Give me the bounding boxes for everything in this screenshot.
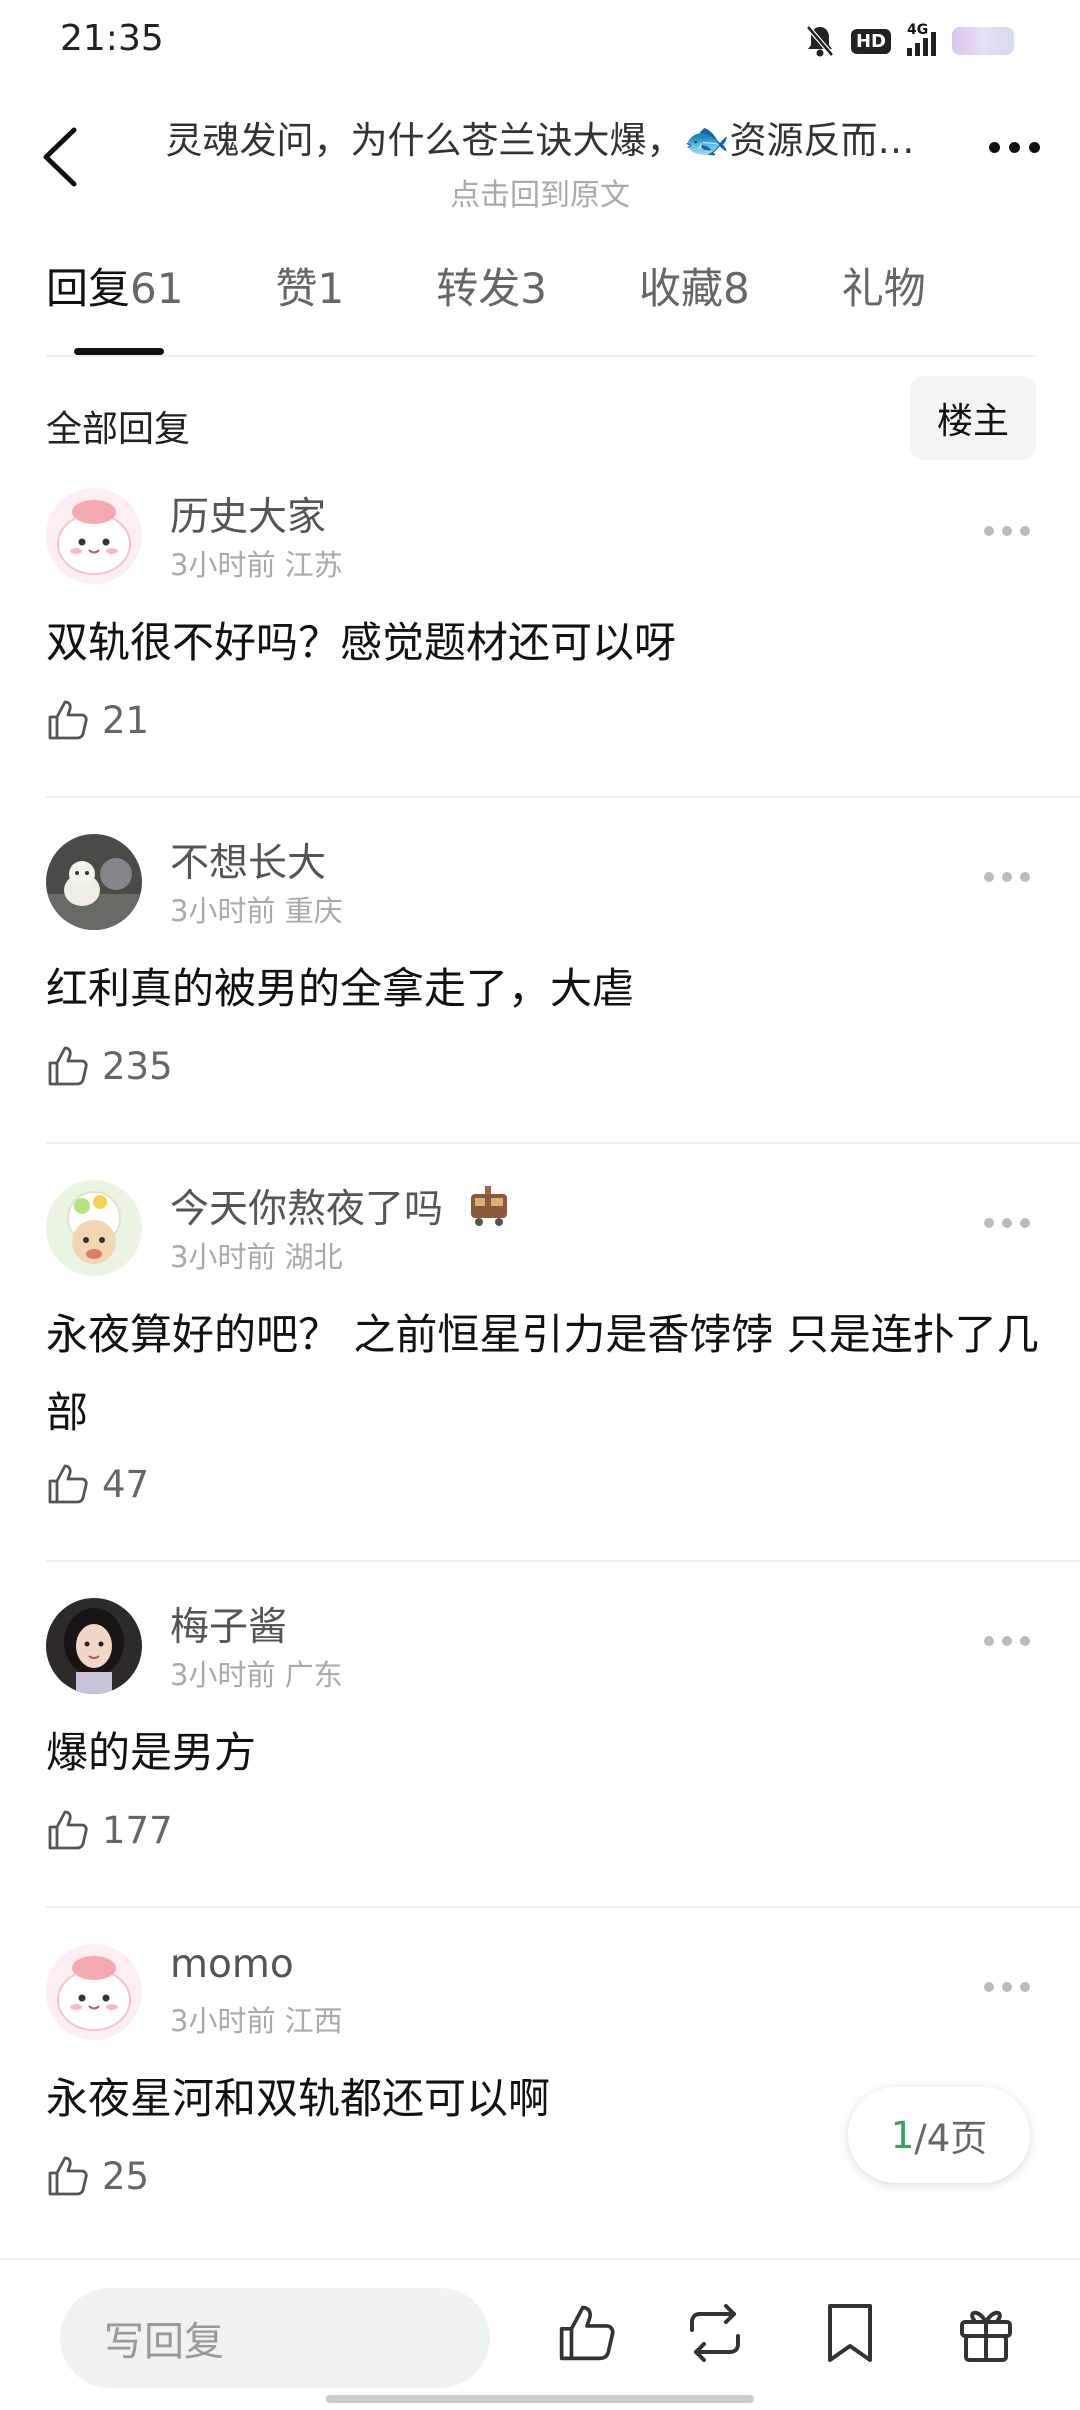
current-page: 1 [890, 2113, 915, 2157]
like-button[interactable]: 235 [46, 1044, 173, 1088]
like-button[interactable]: 177 [46, 1808, 173, 1852]
comment-time: 3小时前 [170, 894, 276, 928]
comment-meta: 3小时前 广东 [170, 1652, 343, 1694]
tab-label: 礼物 [841, 264, 926, 313]
back-arrow-icon [43, 127, 77, 187]
badge-icon [471, 1186, 508, 1226]
comment-time: 3小时前 [170, 1658, 276, 1692]
like-button[interactable]: 25 [46, 2154, 149, 2198]
avatar[interactable] [46, 488, 142, 584]
comment-meta: 3小时前 湖北 [170, 1234, 343, 1276]
page-indicator[interactable]: 1/4页 [848, 2087, 1030, 2183]
tab-reposts[interactable]: 转发3 [436, 255, 547, 355]
like-post-icon[interactable] [556, 2300, 618, 2366]
thumbs-up-icon [48, 2156, 88, 2196]
username[interactable]: 不想长大 [170, 832, 326, 888]
network-label: 4G [907, 22, 929, 38]
comment-text: 红利真的被男的全拿走了，大虐 [46, 964, 635, 1013]
tab-label: 转发 [436, 264, 521, 313]
comment-more-button[interactable] [984, 1218, 1030, 1228]
comment-time: 3小时前 [170, 1240, 276, 1274]
like-count: 47 [102, 1462, 150, 1506]
tab-label: 收藏 [638, 264, 723, 313]
comment-more-button[interactable] [984, 1982, 1030, 1992]
comment-more-button[interactable] [984, 526, 1030, 536]
comment-meta: 3小时前 江西 [170, 1998, 343, 2040]
comment-text: 永夜算好的吧？ 之前恒星引力是香饽饽 只是连扑了几部 [46, 1310, 1039, 1437]
post-title: 灵魂发问，为什么苍兰诀大爆，🐟资源反而… [165, 119, 915, 162]
back-to-post-hint: 点击回到原文 [450, 178, 630, 213]
comment-divider [46, 1142, 1080, 1144]
mute-bell-icon [806, 25, 834, 57]
back-button[interactable] [36, 122, 86, 192]
bottom-action-bar: 写回复 [0, 2258, 1080, 2410]
reply-input[interactable]: 写回复 [60, 2288, 490, 2388]
comment-divider [46, 1560, 1080, 1562]
more-options-button[interactable] [989, 142, 1040, 153]
username-text: 今天你熬夜了吗 [170, 1187, 444, 1232]
comment-location: 湖北 [284, 1240, 343, 1274]
tab-bar: 回复61 赞1 转发3 收藏8 礼物 [46, 255, 1036, 357]
comment-location: 重庆 [284, 894, 343, 928]
like-button[interactable]: 21 [46, 698, 149, 742]
total-pages: /4页 [914, 2117, 988, 2160]
comment-more-button[interactable] [984, 872, 1030, 882]
tab-count: 8 [722, 264, 750, 313]
thumbs-up-icon [48, 700, 88, 740]
comment-meta: 3小时前 江苏 [170, 542, 343, 584]
like-button[interactable]: 47 [46, 1462, 149, 1506]
comment-time: 3小时前 [170, 2004, 276, 2038]
like-count: 177 [102, 1808, 173, 1852]
tab-likes[interactable]: 赞1 [275, 255, 344, 355]
tab-favorites[interactable]: 收藏8 [639, 255, 750, 355]
avatar[interactable] [46, 1944, 142, 2040]
tab-gifts[interactable]: 礼物 [842, 255, 926, 355]
bookmark-icon[interactable] [822, 2300, 878, 2366]
username[interactable]: 今天你熬夜了吗 [170, 1178, 513, 1234]
username[interactable]: momo [170, 1942, 294, 1987]
hd-badge: HD [850, 28, 891, 54]
active-tab-indicator [74, 348, 164, 355]
signal-icon: 4G [907, 22, 936, 56]
avatar[interactable] [46, 1598, 142, 1694]
thumbs-up-icon [48, 1046, 88, 1086]
repost-icon[interactable] [680, 2300, 750, 2366]
comment-location: 广东 [284, 1658, 343, 1692]
comment-location: 江苏 [284, 548, 343, 582]
status-time: 21:35 [60, 18, 164, 59]
comment-text: 双轨很不好吗？感觉题材还可以呀 [46, 618, 677, 667]
comment-text: 爆的是男方 [46, 1728, 257, 1777]
title-area[interactable]: 灵魂发问，为什么苍兰诀大爆，🐟资源反而… 点击回到原文 [140, 110, 940, 214]
status-icons: HD 4G [805, 22, 1014, 58]
reply-section-header: 全部回复 楼主 [46, 376, 1036, 460]
battery-icon [952, 27, 1014, 55]
comment-more-button[interactable] [984, 1636, 1030, 1646]
header: 灵魂发问，为什么苍兰诀大爆，🐟资源反而… 点击回到原文 [0, 100, 1080, 220]
comment-divider [46, 796, 1080, 798]
like-count: 21 [102, 698, 150, 742]
username[interactable]: 梅子酱 [170, 1596, 287, 1652]
like-count: 235 [102, 1044, 173, 1088]
home-indicator[interactable] [326, 2395, 754, 2403]
username[interactable]: 历史大家 [170, 486, 326, 542]
thumbs-up-icon [48, 1810, 88, 1850]
tab-label: 赞 [275, 264, 318, 313]
comment-time: 3小时前 [170, 548, 276, 582]
comment-meta: 3小时前 重庆 [170, 888, 343, 930]
avatar[interactable] [46, 834, 142, 930]
comment-location: 江西 [284, 2004, 343, 2038]
comment-divider [46, 1906, 1080, 1908]
tab-count: 3 [520, 264, 547, 313]
like-count: 25 [102, 2154, 150, 2198]
gift-icon[interactable] [956, 2300, 1016, 2366]
tab-label: 回复 [46, 264, 131, 313]
avatar[interactable] [46, 1180, 142, 1276]
section-title: 全部回复 [46, 409, 191, 450]
tab-replies[interactable]: 回复61 [46, 255, 183, 355]
status-bar: 21:35 HD 4G [0, 0, 1080, 80]
tab-count: 61 [130, 264, 184, 313]
tab-count: 1 [317, 264, 345, 313]
thumbs-up-icon [48, 1464, 88, 1504]
op-only-filter-button[interactable]: 楼主 [910, 376, 1036, 460]
